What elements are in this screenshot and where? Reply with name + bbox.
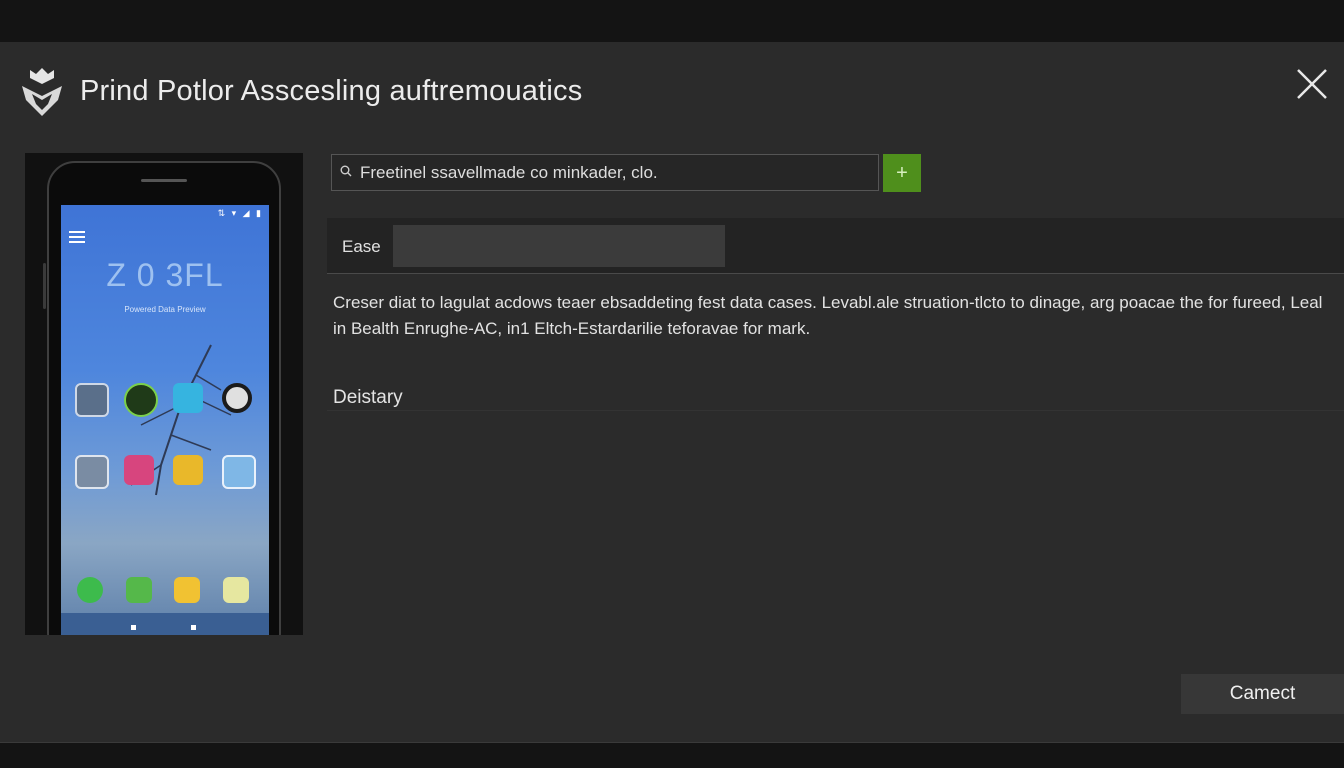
phone-frame: ⇅ ▾ ◢ ▮ Z 0 3FL Powered Data Preview [43,161,281,635]
phone-preview-panel: ⇅ ▾ ◢ ▮ Z 0 3FL Powered Data Preview [25,153,303,635]
phone-side-button [43,263,46,309]
hamburger-icon [69,231,85,243]
search-input[interactable] [360,155,870,190]
phone-nav-bar [61,613,269,635]
section-title: Deistary [333,387,403,408]
gallery-app-icon[interactable] [75,383,109,417]
dialog-window: Prind Potlor Asscesling auftremouatics ⇅… [0,42,1344,742]
section-divider [327,410,1344,411]
pink-app-icon[interactable] [124,455,154,485]
description-text: Creser diat to lagulat acdows teaer ebsa… [333,293,1323,338]
back-icon[interactable] [131,625,136,630]
blue-app-icon[interactable] [173,383,203,413]
search-icon [340,165,352,177]
store-app-icon[interactable] [174,577,200,603]
messages-app-icon[interactable] [126,577,152,603]
ease-field[interactable] [393,225,725,267]
cancel-button[interactable]: Camect [1181,674,1344,714]
add-button[interactable]: + [883,154,921,192]
yellow-app-icon[interactable] [173,455,203,485]
ease-label: Ease [342,237,381,256]
compass-app-icon[interactable] [222,383,252,413]
phone-speaker [141,179,187,182]
search-box[interactable] [331,154,879,191]
status-icons: ⇅ ▾ ◢ ▮ [217,208,263,218]
dialog-title: Prind Potlor Asscesling auftremouatics [80,75,583,107]
ease-row: Ease [327,218,1344,274]
green-app-icon[interactable] [124,383,158,417]
home-icon[interactable] [191,625,196,630]
shield-logo-icon [22,68,62,116]
bottom-bar [0,742,1344,768]
phone-date-line: Powered Data Preview [124,305,206,314]
phone-clock: Z 0 3FL [106,257,224,293]
notes-app-icon[interactable] [223,577,249,603]
files-app-icon[interactable] [75,455,109,489]
close-icon[interactable] [1292,64,1332,104]
phone-screen: ⇅ ▾ ◢ ▮ Z 0 3FL Powered Data Preview [61,205,269,635]
top-bar [0,0,1344,42]
phone-app-icon[interactable] [77,577,103,603]
maps-app-icon[interactable] [222,455,256,489]
